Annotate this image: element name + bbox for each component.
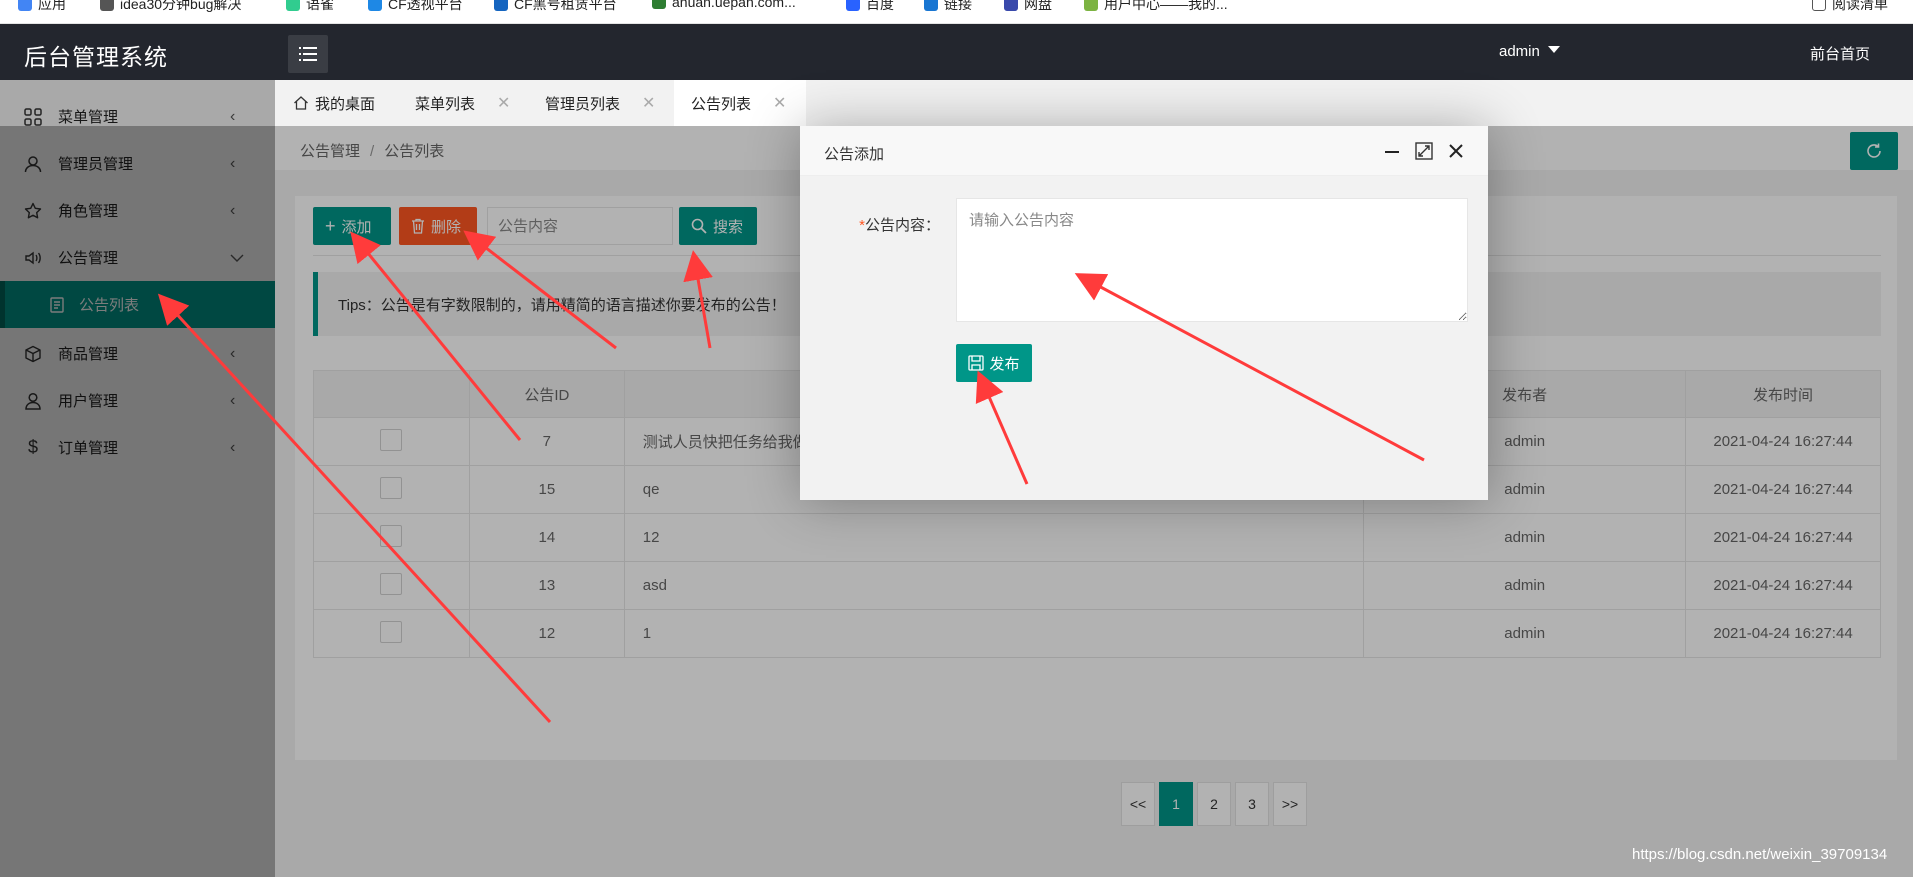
notice-content-textarea[interactable]	[956, 198, 1468, 322]
minimize-button[interactable]	[1382, 141, 1402, 161]
bookmark-cf-platform[interactable]: CF透视平台	[368, 0, 463, 14]
site-icon	[368, 0, 382, 11]
bookmark-yuque[interactable]: 语雀	[286, 0, 334, 14]
dialog-header: 公告添加	[800, 126, 1488, 176]
caret-down-icon	[1547, 46, 1560, 53]
bookmark-netdisk[interactable]: 网盘	[1004, 0, 1052, 14]
frontend-home-link[interactable]: 前台首页	[1810, 43, 1870, 64]
baidu-icon	[846, 0, 860, 11]
leaf-icon	[1084, 0, 1098, 11]
app-header: 后台管理系统 admin 前台首页	[0, 24, 1913, 80]
link-icon	[924, 0, 938, 11]
maximize-icon	[1415, 142, 1433, 160]
user-name: admin	[1499, 43, 1540, 60]
link-icon	[100, 0, 114, 11]
bookmark-user-center[interactable]: 用户中心——我的...	[1084, 0, 1228, 14]
close-icon	[1449, 144, 1463, 158]
notice-add-dialog: 公告添加 *公告内容： 发布	[800, 126, 1488, 500]
modal-backdrop-sidebar	[0, 80, 275, 877]
bookmark-reading-list[interactable]: 阅读清单	[1812, 0, 1888, 14]
watermark: https://blog.csdn.net/weixin_39709134	[1632, 846, 1888, 863]
save-icon	[968, 355, 985, 371]
cloud-icon	[1004, 0, 1018, 11]
modal-backdrop-tabs	[275, 80, 1913, 126]
bookmark-links[interactable]: 链接	[924, 0, 972, 14]
list-icon	[299, 47, 317, 61]
apps-icon	[18, 0, 32, 11]
bookmark-cf-rental[interactable]: CF黑号租赁平台	[494, 0, 617, 14]
browser-bookmarks-bar: 应用 idea30分钟bug解决 语雀 CF透视平台 CF黑号租赁平台 anua…	[0, 0, 1913, 24]
bookmark-idea[interactable]: idea30分钟bug解决	[100, 0, 241, 14]
tree-icon	[652, 0, 666, 9]
bookmark-apps[interactable]: 应用	[18, 0, 66, 14]
publish-button[interactable]: 发布	[956, 344, 1032, 382]
app-title: 后台管理系统	[24, 44, 168, 70]
site-icon	[494, 0, 508, 11]
user-menu[interactable]: admin	[1499, 43, 1560, 60]
notice-content-label: *公告内容：	[859, 217, 940, 234]
dialog-title: 公告添加	[824, 146, 885, 163]
minimize-icon	[1385, 151, 1399, 153]
reading-list-icon	[1812, 0, 1826, 11]
maximize-button[interactable]	[1414, 141, 1434, 161]
bookmark-uepan[interactable]: anuan.uepan.com...	[652, 0, 796, 10]
leaf-icon	[286, 0, 300, 11]
close-dialog-button[interactable]	[1446, 141, 1466, 161]
bookmark-baidu[interactable]: 百度	[846, 0, 894, 14]
menu-toggle-button[interactable]	[288, 35, 328, 73]
